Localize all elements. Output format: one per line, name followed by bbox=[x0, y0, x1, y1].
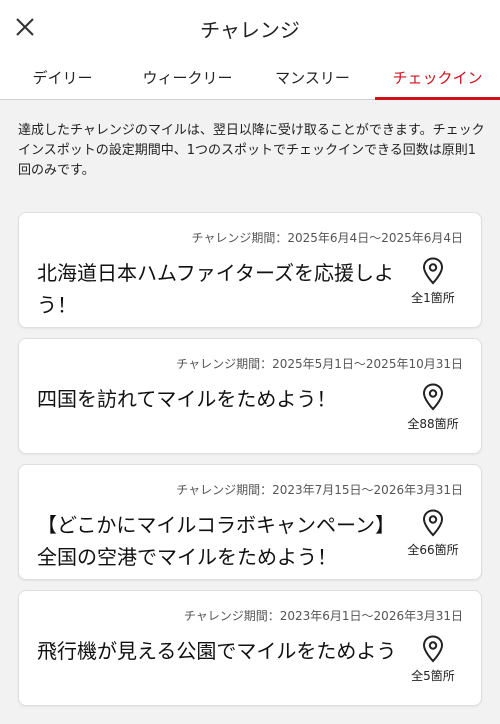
header: チャレンジ bbox=[0, 0, 500, 56]
tab-bar: デイリー ウィークリー マンスリー チェックイン bbox=[0, 56, 500, 100]
challenge-period: チャレンジ期間：2023年7月15日〜2026年3月31日 bbox=[176, 483, 463, 497]
tab-daily[interactable]: デイリー bbox=[0, 56, 125, 99]
map-pin-icon bbox=[422, 383, 444, 411]
location-count: 全1箇所 bbox=[401, 257, 465, 306]
map-pin-icon bbox=[422, 635, 444, 663]
location-count: 全66箇所 bbox=[401, 509, 465, 558]
tab-weekly[interactable]: ウィークリー bbox=[125, 56, 250, 99]
challenge-card[interactable]: チャレンジ期間：2023年7月15日〜2026年3月31日 【どこかにマイルコラ… bbox=[18, 464, 482, 580]
tab-monthly[interactable]: マンスリー bbox=[250, 56, 375, 99]
page-title: チャレンジ bbox=[200, 18, 300, 42]
challenge-period: チャレンジ期間：2023年6月1日〜2026年3月31日 bbox=[183, 609, 463, 623]
notice-text: 達成したチャレンジのマイルは、翌日以降に受け取ることができます。チェックインスポ… bbox=[18, 123, 485, 178]
location-count: 全88箇所 bbox=[401, 383, 465, 432]
challenge-card[interactable]: チャレンジ期間：2025年5月1日〜2025年10月31日 四国を訪れてマイルを… bbox=[18, 338, 482, 454]
tab-checkin[interactable]: チェックイン bbox=[375, 56, 500, 100]
location-count-label: 全88箇所 bbox=[407, 417, 459, 431]
map-pin-icon bbox=[422, 257, 444, 285]
location-count: 全5箇所 bbox=[401, 635, 465, 684]
challenge-title: 飛行機が見える公園でマイルをためよう bbox=[37, 639, 397, 663]
challenge-period: チャレンジ期間：2025年5月1日〜2025年10月31日 bbox=[176, 357, 463, 371]
challenge-period: チャレンジ期間：2025年6月4日〜2025年6月4日 bbox=[191, 231, 464, 245]
map-pin-icon bbox=[422, 509, 444, 537]
challenge-title: 【どこかにマイルコラボキャンペーン】全国の空港でマイルをためよう！ bbox=[37, 513, 395, 569]
challenge-card[interactable]: チャレンジ期間：2023年6月1日〜2026年3月31日 飛行機が見える公園でマ… bbox=[18, 590, 482, 706]
location-count-label: 全66箇所 bbox=[407, 543, 459, 557]
challenge-title: 四国を訪れてマイルをためよう！ bbox=[37, 387, 337, 411]
location-count-label: 全5箇所 bbox=[411, 669, 455, 683]
challenge-card[interactable]: チャレンジ期間：2025年6月4日〜2025年6月4日 北海道日本ハムファイター… bbox=[18, 212, 482, 328]
location-count-label: 全1箇所 bbox=[411, 291, 455, 305]
challenge-title: 北海道日本ハムファイターズを応援しよう！ bbox=[37, 261, 394, 317]
